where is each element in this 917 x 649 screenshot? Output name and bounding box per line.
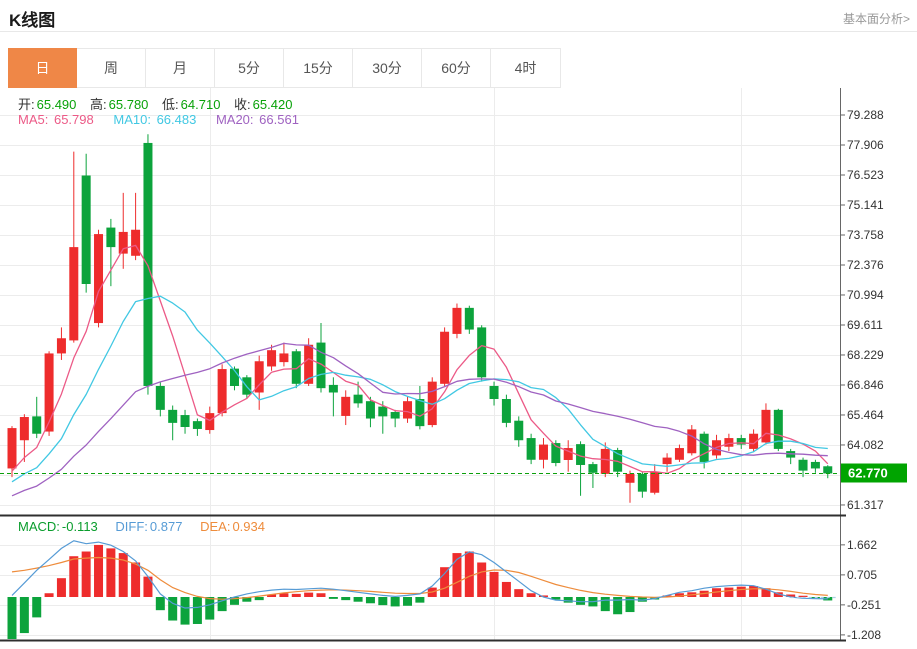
high-value: 65.780 xyxy=(109,97,149,112)
svg-text:62.770: 62.770 xyxy=(848,466,888,481)
kline-page: { "page": { "title": "K线图", "fundamental… xyxy=(0,0,917,649)
svg-text:69.611: 69.611 xyxy=(847,318,883,332)
close-label: 收: xyxy=(234,97,251,112)
high-label: 高: xyxy=(90,97,107,112)
diff-value: DIFF:0.877 xyxy=(115,519,184,534)
low-value: 64.710 xyxy=(181,97,221,112)
svg-text:76.523: 76.523 xyxy=(847,168,884,182)
svg-text:1.662: 1.662 xyxy=(847,538,877,552)
svg-text:70.994: 70.994 xyxy=(847,288,884,302)
open-label: 开: xyxy=(18,97,35,112)
svg-text:64.082: 64.082 xyxy=(847,438,884,452)
svg-text:77.906: 77.906 xyxy=(847,138,884,152)
svg-text:66.846: 66.846 xyxy=(847,378,884,392)
dea-value: DEA:0.934 xyxy=(200,519,267,534)
ohlc-readout: 开:65.490 高:65.780 低:64.710 收:65.420 xyxy=(18,94,302,113)
low-label: 低: xyxy=(162,97,179,112)
svg-text:-0.251: -0.251 xyxy=(847,598,881,612)
open-value: 65.490 xyxy=(37,97,77,112)
ma20-value: MA20: 66.561 xyxy=(216,112,301,127)
ma-readout: MA5: 65.798 MA10: 66.483 MA20: 66.561 xyxy=(18,112,303,127)
svg-text:72.376: 72.376 xyxy=(847,258,884,272)
close-value: 65.420 xyxy=(253,97,293,112)
ma10-value: MA10: 66.483 xyxy=(113,112,198,127)
svg-text:79.288: 79.288 xyxy=(847,108,884,122)
macd-readout: MACD:-0.113 DIFF:0.877 DEA:0.934 xyxy=(18,519,269,534)
svg-text:68.229: 68.229 xyxy=(847,348,884,362)
svg-text:75.141: 75.141 xyxy=(847,198,884,212)
svg-text:61.317: 61.317 xyxy=(847,498,884,512)
svg-text:65.464: 65.464 xyxy=(847,408,884,422)
macd-value: MACD:-0.113 xyxy=(18,519,100,534)
svg-text:73.758: 73.758 xyxy=(847,228,884,242)
svg-text:0.705: 0.705 xyxy=(847,568,877,582)
ma5-value: MA5: 65.798 xyxy=(18,112,96,127)
svg-text:-1.208: -1.208 xyxy=(847,628,881,642)
